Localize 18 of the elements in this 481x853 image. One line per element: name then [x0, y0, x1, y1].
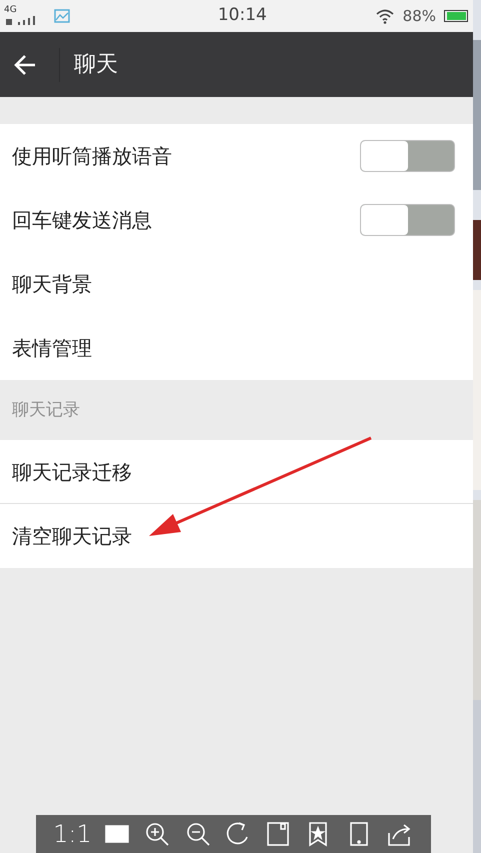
setting-label[interactable]: 清空聊天记录 [12, 521, 132, 551]
image-icon [54, 9, 70, 23]
battery-icon [444, 10, 469, 22]
setting-label[interactable]: 聊天背景 [12, 269, 92, 299]
page-title: 聊天 [74, 51, 118, 79]
battery-percent: 88% [402, 6, 436, 27]
section-header: 聊天记录 [12, 399, 80, 422]
setting-label[interactable]: 聊天记录迁移 [12, 456, 132, 486]
setting-label[interactable]: 表情管理 [12, 333, 92, 363]
toggle-switch[interactable] [360, 204, 455, 236]
wifi-icon [374, 8, 395, 24]
setting-label[interactable]: 使用听筒播放语音 [12, 141, 172, 171]
clock: 10:14 [218, 4, 267, 28]
back-arrow-icon[interactable] [13, 54, 37, 76]
actual-size-button[interactable]: 1:1 [53, 816, 92, 852]
network-label: 4G [4, 6, 18, 15]
toggle-switch[interactable] [360, 140, 455, 172]
setting-label[interactable]: 回车键发送消息 [12, 205, 152, 235]
